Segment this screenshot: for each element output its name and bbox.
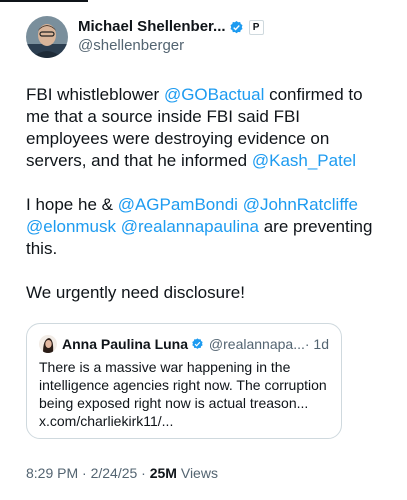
affiliate-badge-icon: P xyxy=(248,19,264,35)
views-count: 25M xyxy=(149,465,177,481)
tab-indicator xyxy=(0,0,88,2)
views-label: Views xyxy=(176,465,218,481)
quote-author-name[interactable]: Anna Paulina Luna xyxy=(62,335,188,353)
tweet-paragraph-3: We urgently need disclosure! xyxy=(26,283,245,302)
mention-link[interactable]: @GOBactual xyxy=(164,85,264,104)
author-handle[interactable]: @shellenberger xyxy=(78,36,264,56)
quote-timestamp[interactable]: · 1d xyxy=(305,335,329,353)
tweet-timestamp[interactable]: 8:29 PM · 2/24/25 · xyxy=(26,465,150,481)
verified-badge-icon xyxy=(192,338,203,349)
tweet-paragraph-1: FBI whistleblower @GOBactual confirmed t… xyxy=(26,85,363,170)
mention-link[interactable]: @Kash_Patel xyxy=(252,151,356,170)
tweet-header: Michael Shellenber... P @shellenberger xyxy=(26,16,264,58)
author-avatar[interactable] xyxy=(26,16,68,58)
tweet-text: FBI whistleblower @GOBactual confirmed t… xyxy=(26,84,386,304)
quoted-tweet-card[interactable]: Anna Paulina Luna @realannapa... · 1d Th… xyxy=(26,323,342,439)
author-name[interactable]: Michael Shellenber... xyxy=(78,18,226,36)
tweet-meta: 8:29 PM · 2/24/25 · 25M Views xyxy=(26,464,218,482)
verified-badge-icon xyxy=(230,20,243,33)
quote-author-avatar[interactable] xyxy=(39,335,57,353)
quote-author-handle[interactable]: @realannapa... xyxy=(209,335,305,353)
tweet-paragraph-2: I hope he & @AGPamBondi @JohnRatcliffe @… xyxy=(26,195,373,258)
quote-text: There is a massive war happening in the … xyxy=(39,359,327,429)
mention-link[interactable]: @AGPamBondi xyxy=(118,195,238,214)
mention-link[interactable]: @elonmusk xyxy=(26,217,116,236)
mention-link[interactable]: @JohnRatcliffe xyxy=(243,195,358,214)
mention-link[interactable]: @realannapaulina xyxy=(121,217,259,236)
